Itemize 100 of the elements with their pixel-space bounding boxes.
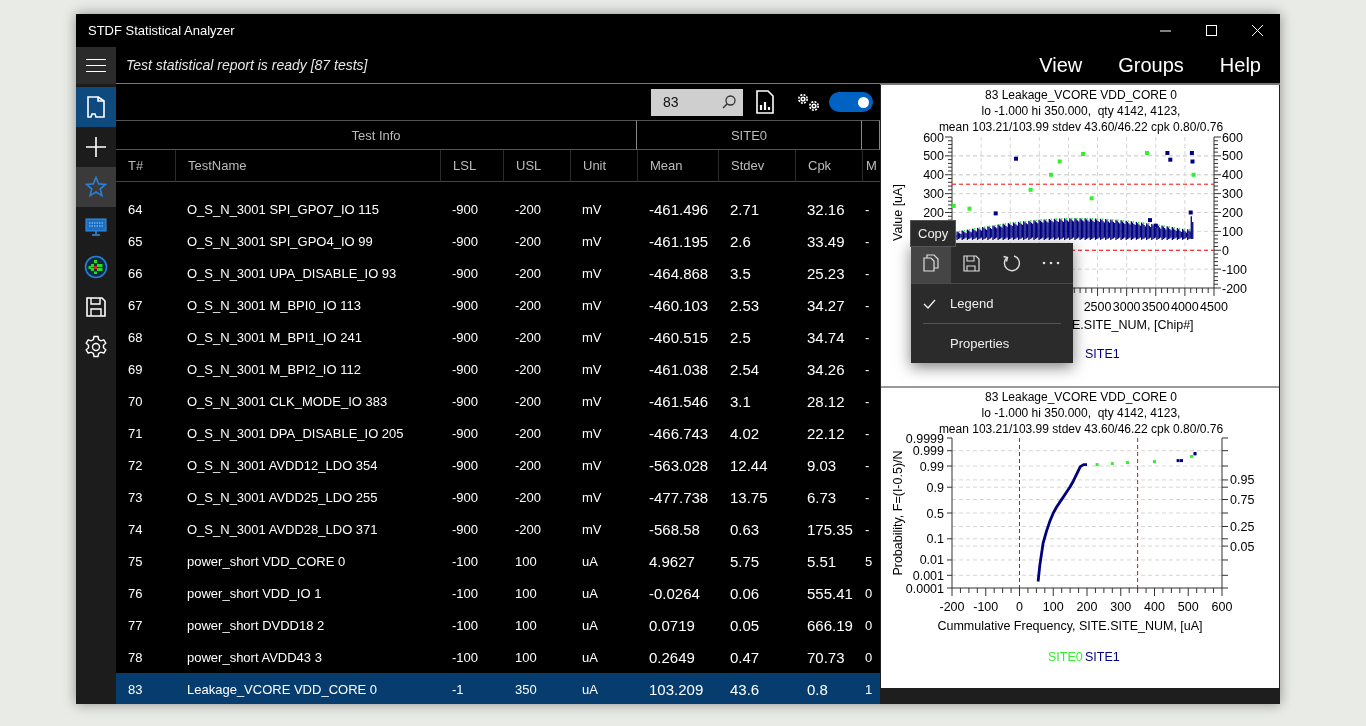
tick-label: 300 [1110,600,1132,614]
table-cell-text: 0.8 [806,680,829,698]
table-cell-text: -460.515 [648,328,710,346]
table-cell-text: O_S_N_3001 AVDD28_LDO 371 [186,521,379,537]
tick-label: -100 [973,600,999,614]
tick-label: 500 [1177,600,1199,614]
legend-label: SITE1 [1085,347,1120,361]
table-cell-text: 100 [514,553,538,569]
table-cell-text: 3.1 [729,392,752,410]
close-icon [1251,25,1263,36]
column-header[interactable]: Unit [570,150,637,182]
menu-item[interactable]: Help [1219,53,1261,77]
menu-item[interactable]: Properties [911,324,1073,363]
table-row[interactable]: 77 power_short DVDD18 2 -100 100 uA 0.0719 0.05 666.19 0 [116,609,880,641]
table-cell-text: -900 [451,425,480,441]
table-cell-text: 34.26 [806,360,846,378]
table-cell-text: 66 [127,265,144,281]
menu-button[interactable] [76,47,116,84]
column-header[interactable]: TestName [175,150,440,182]
table-row[interactable]: 73 O_S_N_3001 AVDD25_LDO 255 -900 -200 mV -477.738 13.75 6.73 - [116,481,880,513]
table-row[interactable]: 72 O_S_N_3001 AVDD12_LDO 354 -900 -200 mV -563.028 12.44 9.03 - [116,449,880,481]
table-cell-text: 34.27 [806,296,846,314]
table-cell-text: -200 [514,201,543,217]
table-cell-text: - [864,233,871,249]
table-cell-text: -900 [451,201,480,217]
table-cell-text: -563.028 [648,456,710,474]
tick-label: 0.999 [912,444,944,459]
table-row[interactable]: 74 O_S_N_3001 AVDD28_LDO 371 -900 -200 mV -568.58 0.63 175.35 - [116,513,880,545]
table-row[interactable]: 70 O_S_N_3001 CLK_MODE_IO 383 -900 -200 mV -461.546 3.1 28.12 - [116,385,880,417]
column-header[interactable]: Stdev [718,150,795,182]
table-cell-text: -200 [514,425,543,441]
settings-button[interactable] [795,91,821,113]
table-row[interactable]: 83 Leakage_VCORE VDD_CORE 0 -1 350 uA 103.209 43.6 0.8 1 [116,673,880,704]
table-cell-text: - [864,201,871,217]
table-cell-text: -900 [451,521,480,537]
table-cell-text: 34.74 [806,328,846,346]
search-field[interactable]: 83 [651,88,743,116]
nav-item[interactable] [76,87,116,127]
tick-label: 0.1 [926,532,944,547]
table-cell-text: -200 [514,297,543,313]
tick-label: 0.99 [919,459,944,474]
column-header[interactable]: Cpk [795,150,862,182]
table-row[interactable]: 68 O_S_N_3001 M_BPI1_IO 241 -900 -200 mV -460.515 2.5 34.74 - [116,321,880,353]
table-cell-text: 100 [514,585,538,601]
table-row[interactable]: 78 power_short AVDD43 3 -100 100 uA 0.2649 0.47 70.73 0 [116,641,880,673]
table-cell-text: -100 [451,649,480,665]
tick-label: 0.5 [926,506,944,521]
table-cell-text: -200 [514,393,543,409]
tick-label: 0.0001 [905,581,944,596]
table-cell-text: O_S_N_3001 M_BPI1_IO 241 [186,329,363,345]
table-cell-text: 1 [864,681,874,697]
table-cell-text: 555.41 [806,584,854,602]
tick-label: -200 [939,600,965,614]
column-header[interactable]: USL [503,150,570,182]
table-cell-text: mV [581,265,603,281]
column-header[interactable]: T# [116,150,175,182]
table-cell-text: 77 [127,617,144,633]
menu-item[interactable]: Groups [1118,53,1184,77]
tick-label: 0 [1222,243,1229,258]
table-cell-text: -100 [451,617,480,633]
column-header[interactable]: LSL [440,150,503,182]
table-cell-text: O_S_N_3001 SPI_GPO7_IO 115 [186,201,380,217]
table-cell-text: -900 [451,233,480,249]
table-cell-text: 64 [127,201,144,217]
table-row[interactable]: 76 power_short VDD_IO 1 -100 100 uA -0.0264 0.06 555.41 0 [116,577,880,609]
table-cell-text: 2.6 [729,232,752,250]
table-row[interactable]: 65 O_S_N_3001 SPI_GPO4_IO 99 -900 -200 mV -461.195 2.6 33.49 - [116,225,880,257]
table-cell-text: 2.5 [729,328,752,346]
toggle-switch[interactable] [829,92,873,112]
table-cell-text: 12.44 [729,456,769,474]
table-cell-text: -900 [451,329,480,345]
table-cell-text: 71 [127,425,144,441]
table-cell-text: -464.868 [648,264,710,282]
column-group-header: Test Info [116,120,637,150]
tick-label: 0.01 [919,553,944,568]
table-row[interactable]: 67 O_S_N_3001 M_BPI0_IO 113 -900 -200 mV -460.103 2.53 34.27 - [116,289,880,321]
tick-label: 600 [1211,600,1233,614]
table-cell-text: 0 [864,585,874,601]
table-row[interactable]: 64 O_S_N_3001 SPI_GPO7_IO 115 -900 -200 mV -461.496 2.71 32.16 - [116,193,880,225]
menu-item[interactable]: View [1039,53,1083,77]
table-cell-text: O_S_N_3001 SPI_GPO4_IO 99 [186,233,374,249]
tick-label: 300 [1222,187,1243,202]
table-cell-text: 22.12 [806,424,846,442]
table-cell-text: 33.49 [806,232,846,250]
table-cell-text: 76 [127,585,144,601]
table-cell-text: 3.5 [729,264,752,282]
table-cell-text: 103.209 [648,680,705,698]
column-header[interactable]: Mean [637,150,718,182]
menu-item[interactable]: Legend [911,284,1073,323]
table-row[interactable]: 75 power_short VDD_CORE 0 -100 100 uA 4.9627 5.75 5.51 5 [116,545,880,577]
table-cell-text: 0.0719 [648,616,696,634]
tick-label: 0.75 [1230,493,1255,507]
table-row[interactable]: 66 O_S_N_3001 UPA_DISABLE_IO 93 -900 -200 mV -464.868 3.5 25.23 - [116,257,880,289]
table-cell-text: 67 [127,297,144,313]
tick-label: 200 [1076,600,1098,614]
table-row[interactable]: 69 O_S_N_3001 M_BPI2_IO 112 -900 -200 mV -461.038 2.54 34.26 - [116,353,880,385]
table-cell-text: -100 [451,553,480,569]
table-row[interactable]: 71 O_S_N_3001 DPA_DISABLE_IO 205 -900 -200 mV -466.743 4.02 22.12 - [116,417,880,449]
axis-title: Cummulative Frequency, SITE.SITE_NUM, [uA] [937,619,1203,633]
report-button[interactable] [755,90,775,114]
